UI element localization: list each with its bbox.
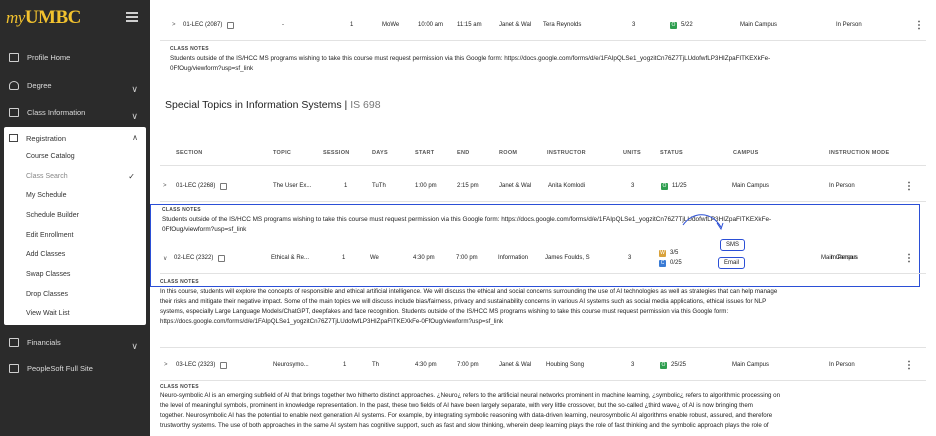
graduation-cap-icon xyxy=(9,80,19,90)
wallet-icon xyxy=(9,337,19,347)
class-notes-text: Students outside of the IS/HCC MS progra… xyxy=(170,55,771,72)
column-header-section[interactable]: SECTION xyxy=(176,150,203,156)
class-notes-text: Neuro-symbolic AI is an emerging subfiel… xyxy=(160,392,781,429)
more-options-icon[interactable]: ⋮ xyxy=(914,20,924,31)
class-notes-text: Students outside of the IS/HCC MS progra… xyxy=(162,216,772,233)
sidebar-subitem-class-search[interactable]: Class Search ✓ xyxy=(26,172,141,181)
sidebar-subitem-edit-enrollment[interactable]: Edit Enrollment xyxy=(26,232,141,239)
section-title: Special Topics in Information Systems | … xyxy=(165,99,381,111)
chevron-down-icon: ∨ xyxy=(131,111,138,121)
expand-chevron-icon[interactable]: > xyxy=(172,22,176,28)
chevron-up-icon: ∧ xyxy=(132,133,138,142)
divider xyxy=(160,380,926,381)
sidebar-subitem-course-catalog[interactable]: Course Catalog xyxy=(26,153,141,160)
sidebar-item-profile-home[interactable]: Profile Home xyxy=(0,46,150,68)
column-header-session[interactable]: SESSION xyxy=(323,150,350,156)
waitlist-status-icon: W xyxy=(659,249,666,257)
sidebar-subitem-view-wait-list[interactable]: View Wait List xyxy=(26,310,141,317)
column-header-start[interactable]: START xyxy=(415,150,434,156)
sidebar-subitem-swap-classes[interactable]: Swap Classes xyxy=(26,271,141,278)
table-row[interactable]: ∨ 02-LEC (2322) Ethical & Re... 1 We 4:3… xyxy=(160,243,928,273)
sidebar-item-registration[interactable]: Registration ∧ xyxy=(4,131,146,145)
divider xyxy=(160,165,926,166)
table-row[interactable]: > 03-LEC (2323) Neurosymo... 1 Th 4:30 p… xyxy=(160,350,928,380)
email-button[interactable]: Email xyxy=(718,257,746,269)
more-options-icon[interactable]: ⋮ xyxy=(904,181,914,192)
copy-icon[interactable] xyxy=(220,361,228,369)
column-header-status[interactable]: STATUS xyxy=(660,150,683,156)
column-header-days[interactable]: DAYS xyxy=(372,150,388,156)
table-row[interactable]: > 01-LEC (2087) - 1 MoWe 10:00 am 11:15 … xyxy=(160,10,928,40)
column-header-topic[interactable]: TOPIC xyxy=(273,150,291,156)
sms-button[interactable]: SMS xyxy=(720,239,746,251)
expand-chevron-icon[interactable]: > xyxy=(164,362,168,368)
chevron-down-icon: ∨ xyxy=(131,341,138,351)
table-row[interactable]: > 01-LEC (2268) The User Ex... 1 TuTh 1:… xyxy=(160,171,928,201)
hamburger-menu-icon[interactable] xyxy=(126,12,138,22)
copy-icon[interactable] xyxy=(220,182,228,190)
more-options-icon[interactable]: ⋮ xyxy=(904,360,914,371)
sidebar-item-peoplesoft[interactable]: PeopleSoft Full Site xyxy=(0,357,150,379)
column-header-end[interactable]: END xyxy=(457,150,470,156)
registration-menu: Registration ∧ Course Catalog Class Sear… xyxy=(4,127,146,325)
open-status-icon: O xyxy=(670,21,677,29)
sidebar-item-class-information[interactable]: Class Information ∨ xyxy=(0,101,150,123)
class-notes-label: CLASS NOTES xyxy=(160,279,199,285)
divider xyxy=(160,40,926,41)
main-content: > 01-LEC (2087) - 1 MoWe 10:00 am 11:15 … xyxy=(150,0,936,436)
sidebar: myUMBC Profile Home Degree ∨ Class Infor… xyxy=(0,0,150,436)
sidebar-item-financials[interactable]: Financials ∨ xyxy=(0,331,150,353)
copy-icon[interactable] xyxy=(227,21,235,29)
closed-status-icon: C xyxy=(659,259,666,267)
book-icon xyxy=(9,107,19,117)
sidebar-subitem-my-schedule[interactable]: My Schedule xyxy=(26,192,141,199)
column-header-instructor[interactable]: INSTRUCTOR xyxy=(547,150,586,156)
sidebar-subitem-drop-classes[interactable]: Drop Classes xyxy=(26,291,141,298)
class-notes-label: CLASS NOTES xyxy=(162,207,201,213)
class-notes-label: CLASS NOTES xyxy=(170,46,209,52)
divider xyxy=(160,273,926,274)
sidebar-subitem-add-classes[interactable]: Add Classes xyxy=(26,251,141,258)
registration-icon xyxy=(9,134,18,142)
sidebar-subitem-schedule-builder[interactable]: Schedule Builder xyxy=(26,212,141,219)
brand-logo[interactable]: myUMBC xyxy=(6,7,81,35)
open-status-icon: O xyxy=(661,182,668,190)
more-options-icon[interactable]: ⋮ xyxy=(904,253,914,264)
profile-icon xyxy=(9,52,19,62)
checkmark-icon: ✓ xyxy=(128,172,135,181)
copy-icon[interactable] xyxy=(218,254,226,262)
column-header-instruction-mode[interactable]: INSTRUCTION MODE xyxy=(829,150,889,156)
class-notes-text: In this course, students will explore th… xyxy=(160,288,778,325)
divider xyxy=(160,201,926,202)
class-notes-label: CLASS NOTES xyxy=(160,384,199,390)
column-header-units[interactable]: UNITS xyxy=(623,150,641,156)
expand-chevron-icon[interactable]: > xyxy=(163,183,167,189)
arrow-icon xyxy=(682,214,724,231)
external-site-icon xyxy=(9,363,19,373)
column-header-campus[interactable]: CAMPUS xyxy=(733,150,759,156)
open-status-icon: O xyxy=(660,361,667,369)
sidebar-item-degree[interactable]: Degree ∨ xyxy=(0,74,150,96)
chevron-down-icon: ∨ xyxy=(131,84,138,94)
collapse-chevron-icon[interactable]: ∨ xyxy=(163,255,167,262)
divider xyxy=(160,347,926,348)
column-header-room[interactable]: ROOM xyxy=(499,150,517,156)
